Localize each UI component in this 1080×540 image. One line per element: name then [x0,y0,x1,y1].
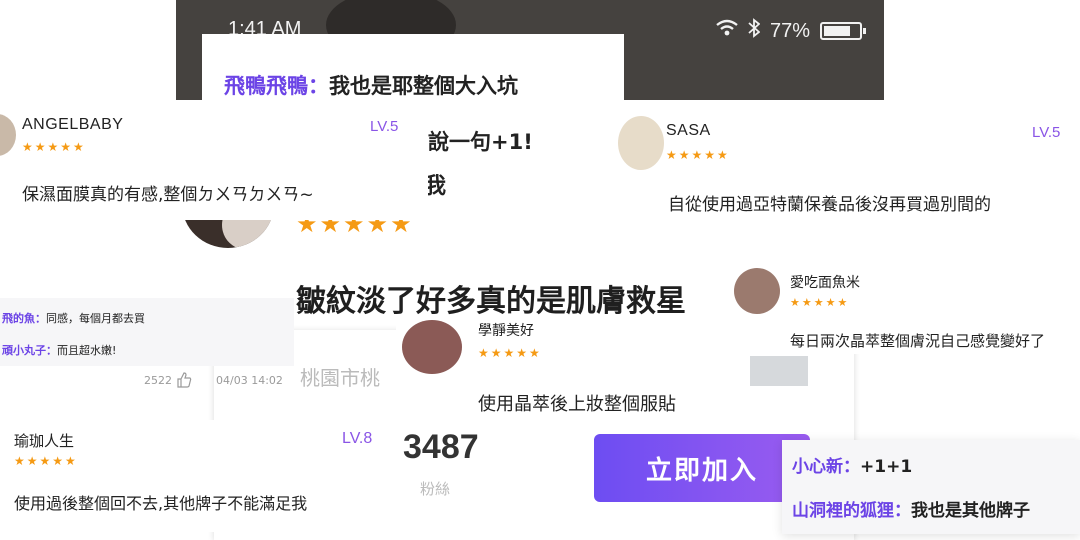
review-text: 保濕面膜真的有感,整個ㄉㄨㄢㄉㄨㄢ~ [22,185,314,205]
chat-line: 頑小丸子：而且超水嫩! [2,342,116,358]
chat-text: 同感，每個月都去買 [46,312,145,325]
comment-date: 04/03 14:02 [216,374,283,387]
status-icons: 77% [716,18,866,44]
review-text: 自從使用過亞特蘭保養品後沒再買過別間的 [668,195,991,215]
chat-text: 而且超水嫩! [57,344,117,357]
fans-count: 3487 [403,428,479,466]
chat-user: 飛的魚： [2,312,46,325]
battery-icon [820,22,866,40]
chat-user: 頑小丸子： [2,344,57,357]
rating-stars: ★★★★★ [22,140,86,154]
chat-text: 我也是其他牌子 [911,501,1030,521]
bluetooth-icon [748,18,761,44]
mini-chat: 飛的魚：同感，每個月都去買 頑小丸子：而且超水嫩! [0,298,294,366]
avatar [734,268,780,314]
level-badge: LV.5 [1032,124,1061,141]
rating-stars: ★★★★★ [14,454,78,468]
review-card-yujia: 瑜珈人生 LV.8 ★★★★★ 使用過後整個回不去,其他牌子不能滿足我 [0,420,396,532]
like-count: 2522 [144,374,172,387]
review-text: 每日兩次晶萃整個膚況自己感覺變好了 [790,332,1046,350]
rating-stars: ★★★★★ [666,148,730,162]
review-card-sasa: SASA LV.5 ★★★★★ 自從使用過亞特蘭保養品後沒再買過別間的 [610,108,1080,218]
location-text: 桃園市桃 [300,366,380,390]
wifi-icon [716,19,738,43]
chat-line: 小心新：+1+1 [792,452,912,477]
review-text: 使用晶萃後上妝整個服貼 [478,394,676,415]
review-text: 使用過後整個回不去,其他牌子不能滿足我 [14,494,308,513]
chat-text: +1+1 [860,457,913,477]
comment-text: 我也是耶整個大入坑 [329,74,518,98]
reviewer-name: 學靜美好 [478,323,534,339]
review-card-aichi: 愛吃面魚米 ★★★★★ 每日兩次晶萃整個膚況自己感覺變好了 [730,262,1080,354]
rating-stars: ★★★★★ [790,296,850,309]
headline: 皺紋淡了好多真的是肌膚救星 [296,284,686,319]
comment-line: 飛鴨飛鴨：我也是耶整個大入坑 [224,70,518,100]
join-button[interactable]: 立即加入 [594,434,810,502]
reviewer-name: ANGELBABY [22,116,124,133]
comment-line-2: 說一句+1! [428,130,533,154]
level-badge: LV.5 [370,118,399,135]
chat-user: 小心新： [792,457,860,477]
thumbs-up-icon[interactable] [176,372,192,392]
reviewer-name: SASA [666,122,711,139]
comment-user: 飛鴨飛鴨： [224,74,329,98]
battery-percent: 77% [769,19,810,42]
chat-overlay-right: 小心新：+1+1 山洞裡的狐狸：我也是其他牌子 [782,440,1080,534]
level-badge: LV.8 [342,430,373,447]
avatar [618,116,664,170]
reviewer-name: 愛吃面魚米 [790,275,860,291]
avatar [0,114,16,156]
chat-line: 飛的魚：同感，每個月都去買 [2,310,145,326]
avatar [402,320,462,374]
fans-label: 粉絲 [420,480,451,498]
reviewer-name: 瑜珈人生 [14,432,75,450]
rating-stars: ★★★★★ [478,346,542,360]
thumbnail-image [750,356,808,386]
chat-user: 山洞裡的狐狸： [792,501,911,521]
review-card-angelbaby: ANGELBABY LV.5 ★★★★★ 保濕面膜真的有感,整個ㄉㄨㄢㄉㄨㄢ~ [0,100,428,220]
chat-line: 山洞裡的狐狸：我也是其他牌子 [792,496,1030,521]
review-card-xuejing: 學靜美好 ★★★★★ 使用晶萃後上妝整個服貼 [396,316,742,418]
